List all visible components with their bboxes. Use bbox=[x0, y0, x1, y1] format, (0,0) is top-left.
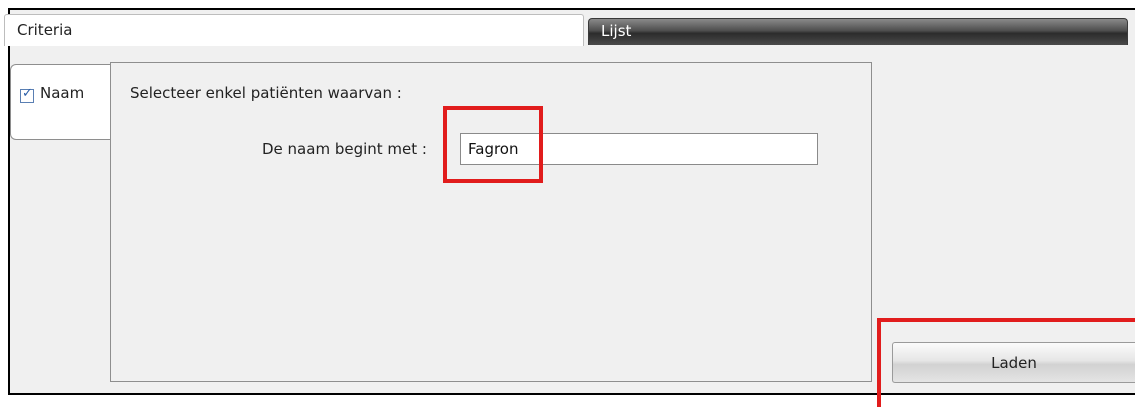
naam-checkbox[interactable]: ✓ bbox=[20, 86, 34, 103]
tab-lijst[interactable]: Lijst bbox=[588, 18, 1128, 45]
highlight-box-button bbox=[877, 318, 1135, 407]
tab-criteria[interactable]: Criteria bbox=[4, 14, 584, 46]
name-starts-with-label: De naam begint met : bbox=[262, 140, 427, 158]
highlight-box-input bbox=[443, 106, 543, 183]
panel-heading: Selecteer enkel patiënten waarvan : bbox=[130, 84, 402, 102]
checkmark-icon: ✓ bbox=[22, 86, 33, 101]
side-tab-label: Naam bbox=[40, 84, 85, 102]
